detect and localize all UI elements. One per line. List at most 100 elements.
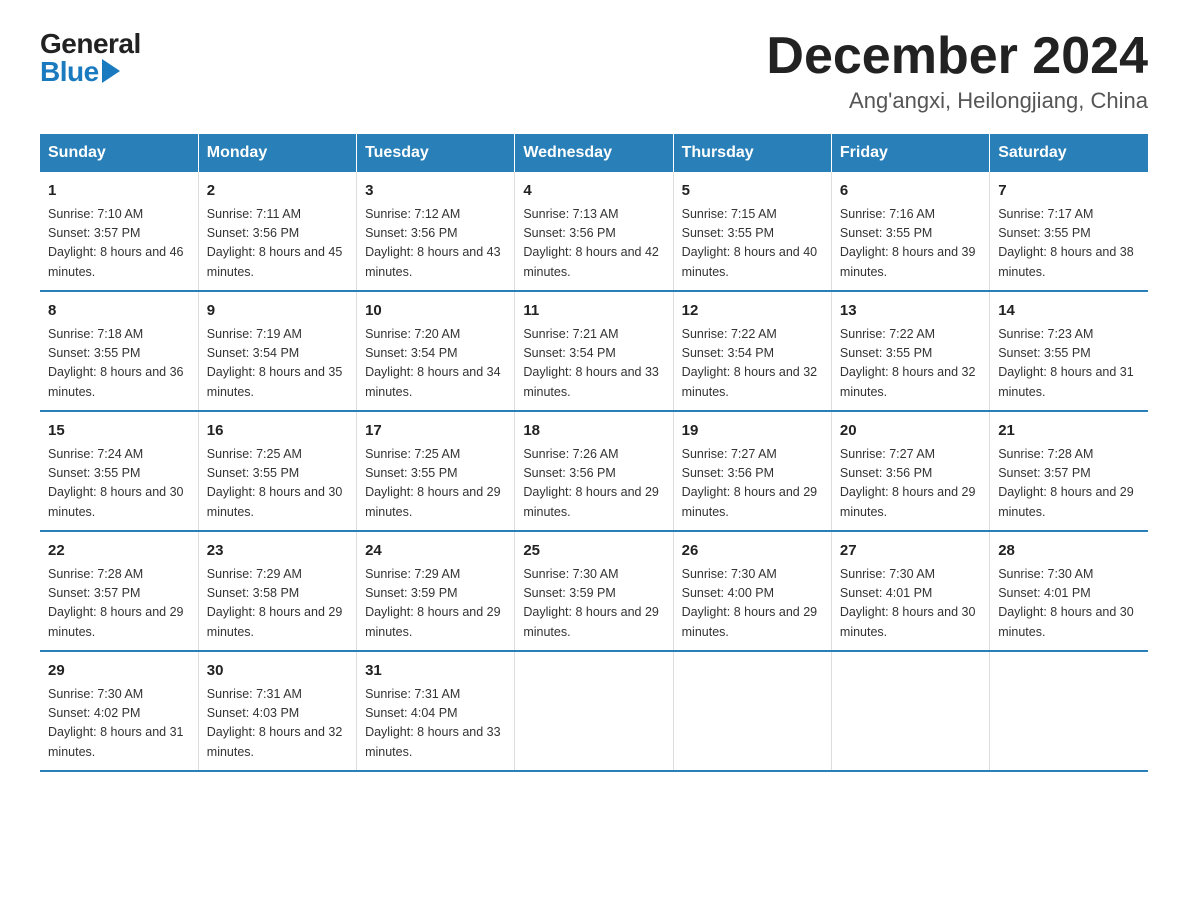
calendar-day-cell: 21Sunrise: 7:28 AMSunset: 3:57 PMDayligh… <box>990 411 1148 531</box>
calendar-day-cell: 2Sunrise: 7:11 AMSunset: 3:56 PMDaylight… <box>198 172 356 291</box>
day-info: Sunrise: 7:23 AMSunset: 3:55 PMDaylight:… <box>998 325 1140 403</box>
calendar-day-cell: 6Sunrise: 7:16 AMSunset: 3:55 PMDaylight… <box>831 172 989 291</box>
calendar-day-cell: 23Sunrise: 7:29 AMSunset: 3:58 PMDayligh… <box>198 531 356 651</box>
day-info: Sunrise: 7:19 AMSunset: 3:54 PMDaylight:… <box>207 325 348 403</box>
day-info: Sunrise: 7:15 AMSunset: 3:55 PMDaylight:… <box>682 205 823 283</box>
title-section: December 2024 Ang'angxi, Heilongjiang, C… <box>766 30 1148 114</box>
day-number: 4 <box>523 180 664 203</box>
day-info: Sunrise: 7:30 AMSunset: 4:01 PMDaylight:… <box>840 565 981 643</box>
day-info: Sunrise: 7:31 AMSunset: 4:03 PMDaylight:… <box>207 685 348 763</box>
day-number: 15 <box>48 420 190 443</box>
day-info: Sunrise: 7:26 AMSunset: 3:56 PMDaylight:… <box>523 445 664 523</box>
calendar-day-cell: 19Sunrise: 7:27 AMSunset: 3:56 PMDayligh… <box>673 411 831 531</box>
day-number: 13 <box>840 300 981 323</box>
day-number: 19 <box>682 420 823 443</box>
day-info: Sunrise: 7:20 AMSunset: 3:54 PMDaylight:… <box>365 325 506 403</box>
calendar-week-row: 22Sunrise: 7:28 AMSunset: 3:57 PMDayligh… <box>40 531 1148 651</box>
day-number: 7 <box>998 180 1140 203</box>
day-number: 9 <box>207 300 348 323</box>
calendar-day-cell: 10Sunrise: 7:20 AMSunset: 3:54 PMDayligh… <box>357 291 515 411</box>
calendar-day-cell: 18Sunrise: 7:26 AMSunset: 3:56 PMDayligh… <box>515 411 673 531</box>
day-info: Sunrise: 7:28 AMSunset: 3:57 PMDaylight:… <box>48 565 190 643</box>
day-info: Sunrise: 7:27 AMSunset: 3:56 PMDaylight:… <box>840 445 981 523</box>
calendar-day-cell: 29Sunrise: 7:30 AMSunset: 4:02 PMDayligh… <box>40 651 198 771</box>
logo-blue-text: Blue <box>40 58 120 86</box>
day-info: Sunrise: 7:29 AMSunset: 3:58 PMDaylight:… <box>207 565 348 643</box>
day-number: 18 <box>523 420 664 443</box>
day-info: Sunrise: 7:30 AMSunset: 4:02 PMDaylight:… <box>48 685 190 763</box>
col-header-wednesday: Wednesday <box>515 134 673 172</box>
day-number: 12 <box>682 300 823 323</box>
calendar-week-row: 1Sunrise: 7:10 AMSunset: 3:57 PMDaylight… <box>40 172 1148 291</box>
day-number: 11 <box>523 300 664 323</box>
day-number: 16 <box>207 420 348 443</box>
calendar-day-cell: 7Sunrise: 7:17 AMSunset: 3:55 PMDaylight… <box>990 172 1148 291</box>
day-number: 31 <box>365 660 506 683</box>
day-info: Sunrise: 7:17 AMSunset: 3:55 PMDaylight:… <box>998 205 1140 283</box>
calendar-day-cell <box>673 651 831 771</box>
day-info: Sunrise: 7:30 AMSunset: 4:00 PMDaylight:… <box>682 565 823 643</box>
month-title: December 2024 <box>766 30 1148 82</box>
day-info: Sunrise: 7:31 AMSunset: 4:04 PMDaylight:… <box>365 685 506 763</box>
day-number: 28 <box>998 540 1140 563</box>
day-number: 1 <box>48 180 190 203</box>
day-info: Sunrise: 7:12 AMSunset: 3:56 PMDaylight:… <box>365 205 506 283</box>
day-info: Sunrise: 7:13 AMSunset: 3:56 PMDaylight:… <box>523 205 664 283</box>
day-info: Sunrise: 7:10 AMSunset: 3:57 PMDaylight:… <box>48 205 190 283</box>
col-header-sunday: Sunday <box>40 134 198 172</box>
day-info: Sunrise: 7:16 AMSunset: 3:55 PMDaylight:… <box>840 205 981 283</box>
calendar-week-row: 8Sunrise: 7:18 AMSunset: 3:55 PMDaylight… <box>40 291 1148 411</box>
day-info: Sunrise: 7:25 AMSunset: 3:55 PMDaylight:… <box>365 445 506 523</box>
calendar-day-cell <box>990 651 1148 771</box>
col-header-saturday: Saturday <box>990 134 1148 172</box>
calendar-day-cell: 14Sunrise: 7:23 AMSunset: 3:55 PMDayligh… <box>990 291 1148 411</box>
calendar-day-cell: 25Sunrise: 7:30 AMSunset: 3:59 PMDayligh… <box>515 531 673 651</box>
calendar-day-cell: 24Sunrise: 7:29 AMSunset: 3:59 PMDayligh… <box>357 531 515 651</box>
calendar-day-cell: 16Sunrise: 7:25 AMSunset: 3:55 PMDayligh… <box>198 411 356 531</box>
col-header-monday: Monday <box>198 134 356 172</box>
calendar-day-cell: 17Sunrise: 7:25 AMSunset: 3:55 PMDayligh… <box>357 411 515 531</box>
day-info: Sunrise: 7:25 AMSunset: 3:55 PMDaylight:… <box>207 445 348 523</box>
day-info: Sunrise: 7:21 AMSunset: 3:54 PMDaylight:… <box>523 325 664 403</box>
page-header: General Blue December 2024 Ang'angxi, He… <box>40 30 1148 114</box>
calendar-week-row: 15Sunrise: 7:24 AMSunset: 3:55 PMDayligh… <box>40 411 1148 531</box>
calendar-day-cell: 28Sunrise: 7:30 AMSunset: 4:01 PMDayligh… <box>990 531 1148 651</box>
calendar-day-cell: 1Sunrise: 7:10 AMSunset: 3:57 PMDaylight… <box>40 172 198 291</box>
day-number: 6 <box>840 180 981 203</box>
day-number: 8 <box>48 300 190 323</box>
day-number: 22 <box>48 540 190 563</box>
day-number: 29 <box>48 660 190 683</box>
day-info: Sunrise: 7:30 AMSunset: 3:59 PMDaylight:… <box>523 565 664 643</box>
day-info: Sunrise: 7:30 AMSunset: 4:01 PMDaylight:… <box>998 565 1140 643</box>
day-number: 23 <box>207 540 348 563</box>
day-info: Sunrise: 7:22 AMSunset: 3:55 PMDaylight:… <box>840 325 981 403</box>
calendar-day-cell: 27Sunrise: 7:30 AMSunset: 4:01 PMDayligh… <box>831 531 989 651</box>
logo-general-text: General <box>40 30 141 58</box>
calendar-day-cell: 3Sunrise: 7:12 AMSunset: 3:56 PMDaylight… <box>357 172 515 291</box>
day-info: Sunrise: 7:28 AMSunset: 3:57 PMDaylight:… <box>998 445 1140 523</box>
day-number: 21 <box>998 420 1140 443</box>
day-info: Sunrise: 7:24 AMSunset: 3:55 PMDaylight:… <box>48 445 190 523</box>
day-number: 14 <box>998 300 1140 323</box>
day-info: Sunrise: 7:22 AMSunset: 3:54 PMDaylight:… <box>682 325 823 403</box>
calendar-day-cell: 30Sunrise: 7:31 AMSunset: 4:03 PMDayligh… <box>198 651 356 771</box>
day-info: Sunrise: 7:11 AMSunset: 3:56 PMDaylight:… <box>207 205 348 283</box>
day-number: 3 <box>365 180 506 203</box>
calendar-day-cell: 22Sunrise: 7:28 AMSunset: 3:57 PMDayligh… <box>40 531 198 651</box>
calendar-day-cell: 15Sunrise: 7:24 AMSunset: 3:55 PMDayligh… <box>40 411 198 531</box>
calendar-day-cell: 4Sunrise: 7:13 AMSunset: 3:56 PMDaylight… <box>515 172 673 291</box>
calendar-day-cell: 26Sunrise: 7:30 AMSunset: 4:00 PMDayligh… <box>673 531 831 651</box>
calendar-day-cell: 11Sunrise: 7:21 AMSunset: 3:54 PMDayligh… <box>515 291 673 411</box>
day-info: Sunrise: 7:18 AMSunset: 3:55 PMDaylight:… <box>48 325 190 403</box>
calendar-header-row: SundayMondayTuesdayWednesdayThursdayFrid… <box>40 134 1148 172</box>
calendar-day-cell: 5Sunrise: 7:15 AMSunset: 3:55 PMDaylight… <box>673 172 831 291</box>
calendar-day-cell <box>831 651 989 771</box>
logo-arrow-icon <box>102 59 120 83</box>
location-subtitle: Ang'angxi, Heilongjiang, China <box>766 88 1148 114</box>
calendar-day-cell <box>515 651 673 771</box>
calendar-week-row: 29Sunrise: 7:30 AMSunset: 4:02 PMDayligh… <box>40 651 1148 771</box>
col-header-friday: Friday <box>831 134 989 172</box>
col-header-tuesday: Tuesday <box>357 134 515 172</box>
day-number: 27 <box>840 540 981 563</box>
calendar-day-cell: 31Sunrise: 7:31 AMSunset: 4:04 PMDayligh… <box>357 651 515 771</box>
